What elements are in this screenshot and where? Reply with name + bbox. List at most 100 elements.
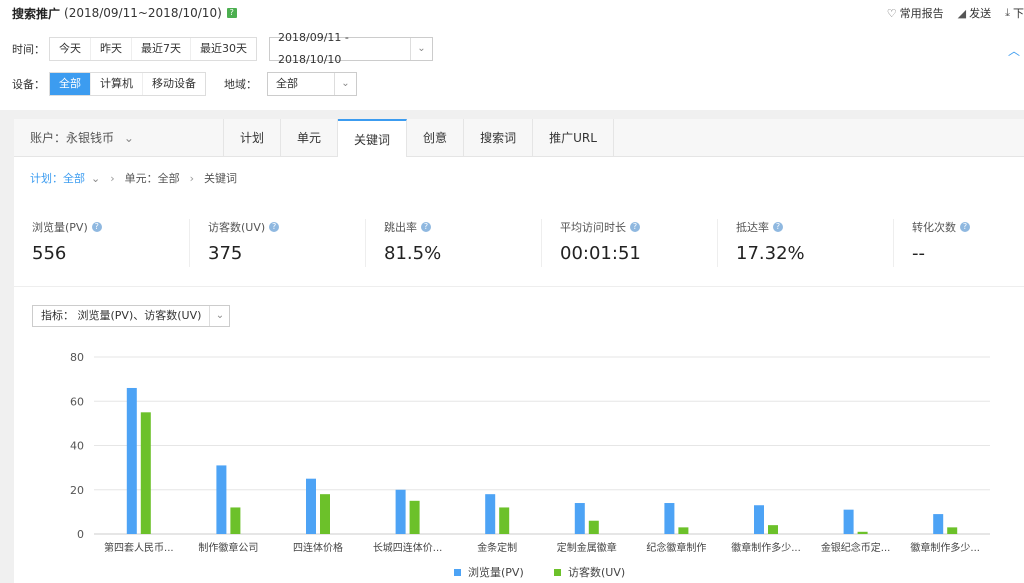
breadcrumb: 计划：全部 ⌄ › 单元：全部 › 关键词 (30, 170, 237, 186)
metric-value: 17.32% (736, 243, 805, 264)
x-tick-label: 徽章制作多少... (731, 541, 801, 554)
bar-pv (664, 503, 675, 534)
region-label: 地域： (224, 78, 257, 91)
bar-uv (588, 520, 599, 534)
chevron-down-icon: ⌄ (410, 38, 432, 60)
help-icon[interactable]: ? (630, 222, 640, 232)
bar-pv (843, 509, 854, 534)
x-tick-label: 徽章制作多少... (910, 541, 980, 554)
x-tick-label: 金银纪念币定... (821, 541, 891, 554)
time-yesterday-button[interactable]: 昨天 (91, 38, 132, 60)
device-label: 设备： (12, 78, 45, 91)
x-tick-label: 制作徽章公司 (198, 541, 258, 554)
metric-uv: 访客数(UV)? 375 (190, 219, 366, 267)
bar-uv (320, 494, 330, 534)
help-icon[interactable]: ? (421, 222, 431, 232)
region-select[interactable]: 全部 ⌄ (267, 72, 357, 96)
device-filter-row: 设备： 全部 计算机 移动设备 地域： 全部 ⌄ (12, 72, 357, 96)
device-computer-button[interactable]: 计算机 (91, 73, 143, 95)
common-reports-label: 常用报告 (899, 7, 944, 20)
tab-keyword[interactable]: 关键词 (338, 119, 408, 158)
bar-uv (140, 412, 151, 534)
bar-pv (216, 465, 227, 534)
help-icon[interactable]: ? (773, 222, 783, 232)
date-range-value: 2018/09/11 - 2018/10/10 (278, 31, 349, 66)
chevron-down-icon[interactable]: ⌄ (91, 172, 100, 185)
time-last7-button[interactable]: 最近7天 (132, 38, 191, 60)
bar-chart: 0 20 40 60 80 第四套人民币... 制作徽章公司 四连体价格 长城四连体价... 金条… (70, 351, 990, 579)
metric-conversions: 转化次数? -- (894, 219, 1024, 267)
bar-pv (754, 505, 764, 534)
account-selector[interactable]: 账户：永银钱币 ⌄ (14, 119, 224, 157)
y-tick-label: 40 (70, 440, 84, 453)
heart-icon: ♡ (886, 6, 897, 20)
y-tick-label: 60 (70, 395, 84, 408)
help-icon[interactable]: ? (226, 8, 237, 18)
x-tick-label: 第四套人民币... (104, 541, 174, 554)
bar-pv (574, 503, 585, 534)
time-label: 时间： (12, 43, 45, 56)
report-panel: 计划：全部 ⌄ › 单元：全部 › 关键词 浏览量(PV)? 556 访客数(U… (14, 157, 1024, 583)
time-last30-button[interactable]: 最近30天 (191, 38, 256, 60)
bar-uv (947, 527, 958, 534)
bar-uv (857, 531, 868, 534)
chevron-down-icon: ⌄ (334, 73, 356, 95)
device-all-button[interactable]: 全部 (50, 73, 91, 95)
chevron-down-icon: ⌄ (209, 306, 229, 326)
tab-search-term[interactable]: 搜索词 (464, 119, 534, 157)
download-button[interactable]: ⤓ 下 (1005, 5, 1024, 21)
breadcrumb-plan[interactable]: 计划：全部 (30, 170, 85, 186)
metric-avg-duration: 平均访问时长? 00:01:51 (542, 219, 718, 267)
x-tick-label: 金条定制 (477, 541, 517, 554)
help-icon[interactable]: ? (269, 222, 280, 232)
metric-bounce-rate: 跳出率? 81.5% (366, 219, 542, 267)
time-filter-row: 时间： 今天 昨天 最近7天 最近30天 2018/09/11 - 2018/1… (12, 31, 433, 66)
time-quick-buttons: 今天 昨天 最近7天 最近30天 (49, 37, 257, 61)
tab-unit[interactable]: 单元 (281, 119, 339, 157)
breadcrumb-separator-icon: › (110, 171, 115, 185)
common-reports-button[interactable]: ♡ 常用报告 (887, 5, 944, 21)
metric-value: -- (912, 243, 925, 264)
indicator-value: 指标： 浏览量(PV)、访客数(UV) (41, 309, 202, 322)
collapse-chevron-up-icon[interactable]: ︿ (1008, 42, 1020, 59)
time-today-button[interactable]: 今天 (50, 38, 91, 60)
breadcrumb-current: 关键词 (204, 172, 238, 185)
bar-pv (395, 489, 406, 534)
device-buttons: 全部 计算机 移动设备 (49, 72, 206, 96)
x-tick-label: 纪念徽章制作 (646, 541, 706, 554)
metric-label: 转化次数 (912, 221, 956, 234)
help-icon[interactable]: ? (960, 222, 970, 232)
account-label: 账户：永银钱币 (30, 131, 115, 145)
title-row: 搜索推广 (2018/09/11~2018/10/10) ? (12, 5, 237, 21)
region-value: 全部 (276, 77, 298, 90)
send-label: 发送 (969, 7, 992, 20)
bar-pv (485, 494, 496, 534)
tab-promo-url[interactable]: 推广URL (533, 119, 614, 157)
tab-creative[interactable]: 创意 (407, 119, 465, 157)
send-button[interactable]: ◢ 发送 (958, 5, 991, 21)
bar-uv (230, 507, 241, 534)
x-tick-label: 长城四连体价... (373, 541, 443, 554)
bar-pv (126, 387, 137, 534)
legend-swatch (454, 569, 461, 576)
indicator-select[interactable]: 指标： 浏览量(PV)、访客数(UV) ⌄ (32, 305, 231, 327)
metric-label: 跳出率 (384, 221, 417, 234)
bar-pv (933, 514, 944, 534)
bar-pv (306, 478, 316, 534)
breadcrumb-unit[interactable]: 单元：全部 (125, 170, 180, 186)
help-icon[interactable]: ? (91, 222, 102, 232)
x-tick-label: 四连体价格 (293, 541, 343, 554)
tab-plan[interactable]: 计划 (224, 119, 282, 157)
metric-label: 访客数(UV) (208, 221, 266, 234)
send-icon: ◢ (957, 6, 967, 20)
bar-uv (499, 507, 510, 534)
bar-uv (409, 500, 420, 534)
y-tick-label: 0 (77, 528, 84, 541)
legend-label: 访客数(UV) (568, 565, 625, 579)
metric-label: 平均访问时长 (560, 221, 626, 234)
device-mobile-button[interactable]: 移动设备 (143, 73, 205, 95)
bar-uv (768, 525, 778, 534)
metric-value: 81.5% (384, 243, 442, 264)
y-tick-label: 80 (70, 351, 84, 364)
date-range-select[interactable]: 2018/09/11 - 2018/10/10 ⌄ (269, 31, 433, 66)
